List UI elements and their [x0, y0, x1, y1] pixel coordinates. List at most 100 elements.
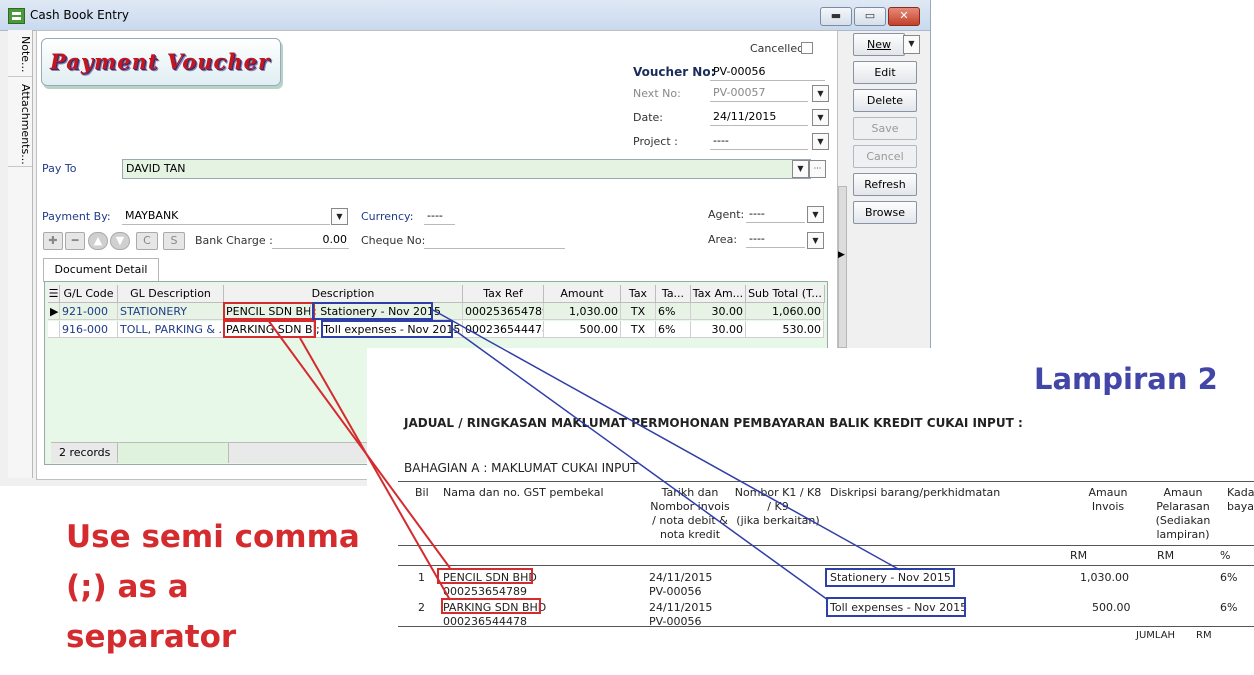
project-label: Project : — [633, 135, 678, 148]
jumlah-rm: RM — [1196, 630, 1212, 641]
bank-charge-field[interactable]: 0.00 — [272, 231, 349, 249]
table-row-1-rate[interactable]: 6% — [656, 303, 691, 320]
table-row-2-amount[interactable]: 500.00 — [544, 321, 621, 338]
col-tax-ref[interactable]: Tax Ref — [463, 285, 544, 303]
area-field[interactable]: ---- — [746, 230, 805, 248]
window-title: Cash Book Entry — [30, 8, 130, 22]
date-dropdown-icon[interactable]: ▼ — [812, 109, 829, 126]
side-tabs: Note... Attachments... — [8, 30, 33, 478]
currency-field[interactable]: ---- — [424, 207, 455, 225]
row-indicator-blank — [48, 321, 60, 338]
highlight-report-desc-2 — [826, 597, 966, 617]
col-amount[interactable]: Amount — [544, 285, 621, 303]
add-row-icon[interactable]: ✚ — [43, 232, 63, 250]
agent-dropdown-icon[interactable]: ▼ — [807, 206, 824, 223]
col-tax-amount[interactable]: Tax Am... — [691, 285, 746, 303]
highlight-desc-2 — [321, 320, 453, 338]
grid-menu-icon[interactable]: ☰ — [48, 285, 60, 303]
close-icon[interactable]: ✕ — [888, 7, 920, 26]
col-tax-rate[interactable]: Ta... — [656, 285, 691, 303]
title-bar[interactable]: Cash Book Entry ▬ ▭ ✕ — [0, 0, 930, 31]
tab-attachments[interactable]: Attachments... — [8, 82, 32, 167]
minimize-icon[interactable]: ▬ — [820, 7, 852, 26]
cheque-no-field[interactable] — [424, 231, 565, 249]
cancel-button[interactable]: Cancel — [853, 145, 917, 168]
table-row-2-gl-desc[interactable]: TOLL, PARKING & ... — [118, 321, 224, 338]
table-row-2-rate[interactable]: 6% — [656, 321, 691, 338]
report-row-1-tarikh: 24/11/2015 — [649, 571, 713, 584]
date-label: Date: — [633, 111, 663, 124]
agent-label: Agent: — [708, 208, 745, 221]
unit-rm-2: RM — [1157, 549, 1175, 562]
col-diskripsi: Diskripsi barang/perkhidmatan — [830, 486, 1001, 499]
highlight-report-desc-1 — [825, 568, 955, 587]
col-gl-description[interactable]: GL Description — [118, 285, 224, 303]
next-no-dropdown-icon[interactable]: ▼ — [812, 85, 829, 102]
agent-field[interactable]: ---- — [746, 205, 805, 223]
payment-voucher-logo: Payment Voucher — [41, 38, 281, 86]
col-nama: Nama dan no. GST pembekal — [443, 486, 604, 499]
table-row-2-tax-amt[interactable]: 30.00 — [691, 321, 746, 338]
col-nombor: Nombor K1 / K8 / K9 (jika berkaitan) — [734, 486, 822, 527]
delete-button[interactable]: Delete — [853, 89, 917, 112]
highlight-supplier-1 — [223, 302, 315, 320]
table-row-1-sub-total[interactable]: 1,060.00 — [746, 303, 824, 320]
col-description[interactable]: Description — [224, 285, 463, 303]
payment-by-label: Payment By: — [42, 210, 111, 223]
report-row-2-amaun: 500.00 — [1092, 601, 1131, 614]
table-row-1-tax-amt[interactable]: 30.00 — [691, 303, 746, 320]
cheque-no-label: Cheque No: — [361, 234, 426, 247]
cancelled-checkbox[interactable] — [801, 42, 813, 54]
report-top-rule — [398, 481, 1254, 482]
table-row-2-tax[interactable]: TX — [621, 321, 656, 338]
tab-note[interactable]: Note... — [8, 32, 32, 77]
col-gl-code[interactable]: G/L Code — [60, 285, 118, 303]
report-row-2-bil: 2 — [418, 601, 425, 614]
area-dropdown-icon[interactable]: ▼ — [807, 232, 824, 249]
splitter-arrow-icon[interactable]: ▶ — [838, 250, 845, 260]
remove-row-icon[interactable]: ━ — [65, 232, 85, 250]
splitter-handle[interactable] — [838, 186, 847, 348]
table-row-2-tax-ref[interactable]: 000236544478 — [463, 321, 544, 338]
date-field[interactable]: 24/11/2015 — [710, 108, 808, 126]
refresh-button[interactable]: Refresh — [853, 173, 917, 196]
pay-to-more-icon[interactable]: ··· — [809, 160, 826, 178]
move-down-icon[interactable]: ▼ — [110, 232, 130, 250]
table-row-1-amount[interactable]: 1,030.00 — [544, 303, 621, 320]
new-button[interactable]: New — [853, 33, 905, 56]
save-button[interactable]: Save — [853, 117, 917, 140]
project-dropdown-icon[interactable]: ▼ — [812, 133, 829, 150]
new-dropdown-icon[interactable]: ▼ — [903, 35, 920, 54]
edit-button[interactable]: Edit — [853, 61, 917, 84]
payment-by-field[interactable]: MAYBANK — [122, 207, 330, 225]
footer-summary-cell — [117, 443, 229, 463]
s-button[interactable]: S — [163, 232, 185, 250]
table-row-2-gl-code[interactable]: 916-000 — [60, 321, 118, 338]
pay-to-field[interactable]: DAVID TAN — [122, 159, 811, 179]
report-row-1-kadar: 6% — [1220, 571, 1238, 584]
pay-to-dropdown-icon[interactable]: ▼ — [792, 160, 809, 178]
col-tax[interactable]: Tax — [621, 285, 656, 303]
move-up-icon[interactable]: ▲ — [88, 232, 108, 250]
c-button[interactable]: C — [136, 232, 158, 250]
col-sub-total[interactable]: Sub Total (T... — [746, 285, 825, 303]
table-row-1-gl-code[interactable]: 921-000 — [60, 303, 118, 320]
table-row-1-tax-ref[interactable]: 000253654789 — [463, 303, 544, 320]
logo-text: Payment Voucher — [50, 49, 271, 74]
next-no-field[interactable]: PV-00057 — [710, 84, 808, 102]
table-row-1-tax[interactable]: TX — [621, 303, 656, 320]
voucher-no-field[interactable]: PV-00056 — [710, 63, 825, 81]
tab-document-detail-grid[interactable]: Document Detail Grid — [43, 258, 159, 298]
report-row-1-invois: PV-00056 — [649, 585, 702, 598]
browse-button[interactable]: Browse — [853, 201, 917, 224]
payment-by-dropdown-icon[interactable]: ▼ — [331, 208, 348, 225]
pay-to-label: Pay To — [42, 162, 77, 175]
highlight-desc-1 — [312, 302, 433, 320]
table-row-1-gl-desc[interactable]: STATIONERY — [118, 303, 224, 320]
jumlah-label: JUMLAH — [1136, 630, 1176, 641]
record-count: 2 records — [59, 446, 111, 459]
cancelled-label: Cancelled — [750, 42, 805, 55]
project-field[interactable]: ---- — [710, 132, 808, 150]
table-row-2-sub-total[interactable]: 530.00 — [746, 321, 824, 338]
maximize-icon[interactable]: ▭ — [854, 7, 886, 26]
